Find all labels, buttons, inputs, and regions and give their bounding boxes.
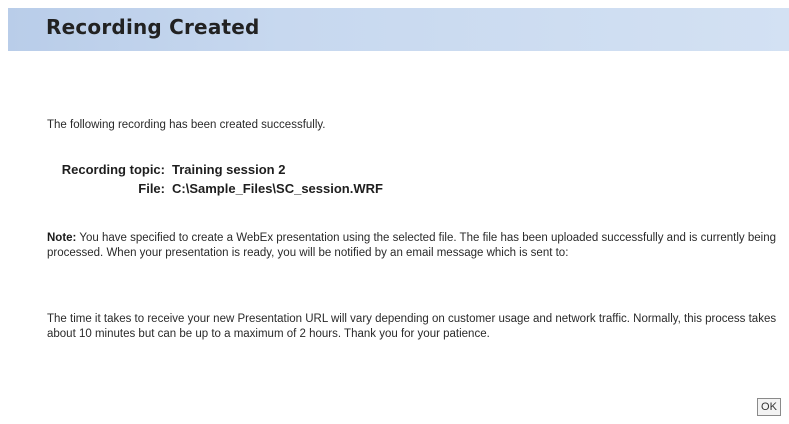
note-paragraph: Note: You have specified to create a Web…: [47, 231, 782, 261]
topic-row: Recording topic: Training session 2: [47, 162, 383, 181]
file-value: C:\Sample_Files\SC_session.WRF: [172, 181, 383, 196]
intro-message: The following recording has been created…: [47, 119, 326, 131]
dialog-title: Recording Created: [46, 15, 260, 39]
dialog-title-bar: Recording Created: [8, 8, 789, 51]
note-text: You have specified to create a WebEx pre…: [47, 232, 776, 259]
file-row: File: C:\Sample_Files\SC_session.WRF: [47, 181, 383, 200]
note-label: Note:: [47, 232, 77, 244]
processing-time-message: The time it takes to receive your new Pr…: [47, 313, 777, 340]
recording-details: Recording topic: Training session 2 File…: [47, 162, 383, 200]
topic-value: Training session 2: [172, 162, 286, 177]
ok-button[interactable]: OK: [757, 398, 781, 416]
topic-label: Recording topic:: [61, 162, 165, 177]
file-label: File:: [138, 181, 165, 196]
